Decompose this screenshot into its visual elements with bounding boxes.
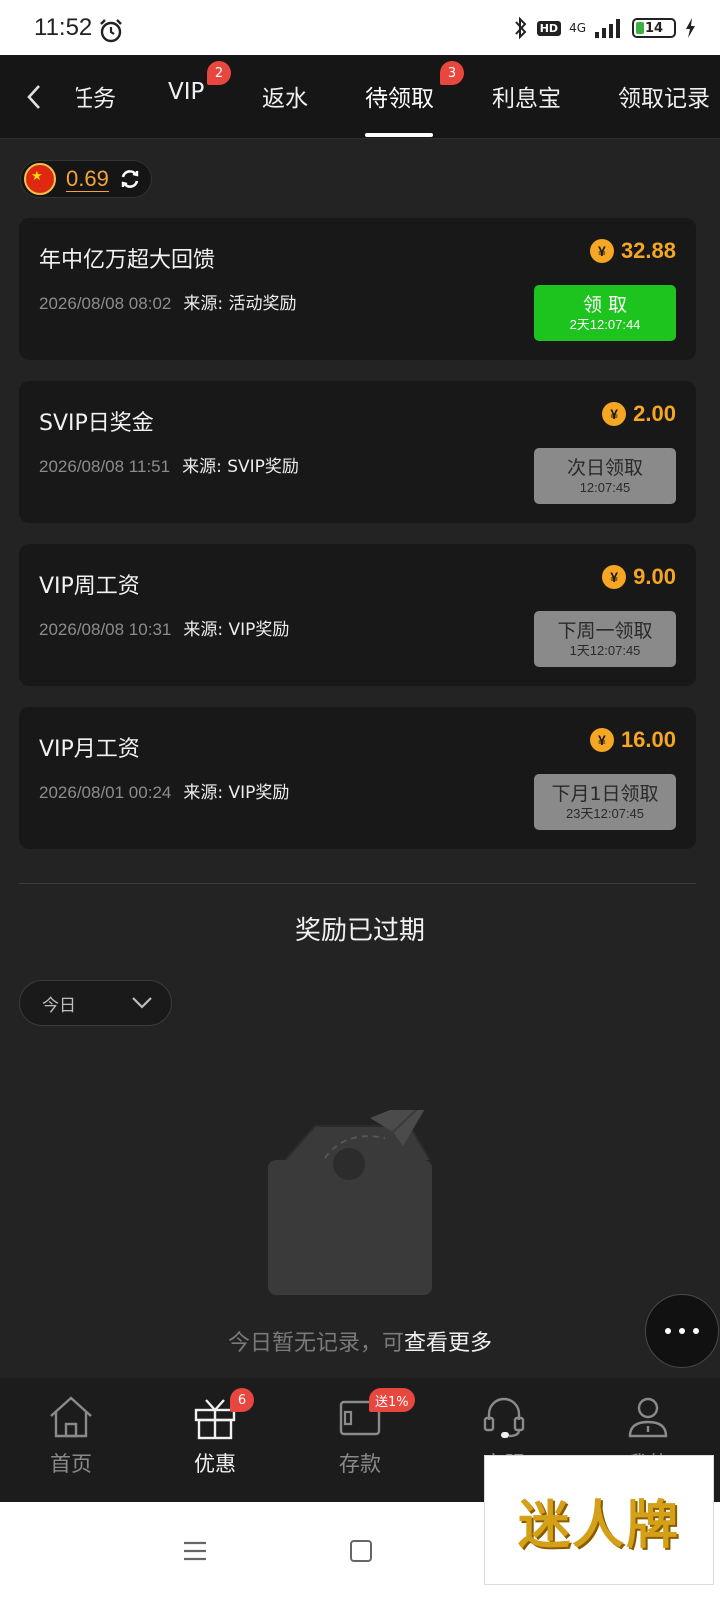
headset-icon bbox=[483, 1397, 525, 1438]
nav-label: 存款 bbox=[339, 1452, 381, 1476]
tab-pending-badge: 3 bbox=[440, 61, 464, 85]
watermark-text: 迷人牌 bbox=[517, 1494, 680, 1556]
more-dot bbox=[665, 1328, 671, 1334]
status-indicators: HD 4G 14 bbox=[513, 14, 696, 42]
alarm-icon bbox=[100, 19, 122, 43]
system-home-icon[interactable] bbox=[350, 1540, 372, 1562]
tab-rebate[interactable]: 返水 bbox=[262, 79, 308, 113]
tab-vip[interactable]: VIP bbox=[168, 79, 204, 105]
reward-amount: ¥ 32.88 bbox=[589, 238, 676, 264]
reward-meta: 2026/08/08 11:51 来源: SVIP奖励 bbox=[39, 452, 299, 477]
tab-claim-history[interactable]: 领取记录 bbox=[618, 79, 710, 113]
claim-button[interactable]: 下月1日领取 23天12:07:45 bbox=[534, 774, 676, 830]
signal-icon bbox=[595, 19, 620, 38]
nav-label: 优惠 bbox=[194, 1452, 236, 1476]
status-bar: 11:52 HD 4G 14 bbox=[0, 0, 720, 55]
date-filter-select[interactable]: 今日 bbox=[19, 980, 172, 1026]
chevron-left-icon bbox=[27, 85, 40, 109]
china-flag-icon: ★ bbox=[24, 163, 56, 195]
nav-item-deposit[interactable]: 存款 送1% bbox=[305, 1386, 415, 1486]
empty-box-icon bbox=[268, 1110, 432, 1295]
reward-meta: 2026/08/01 00:24 来源: VIP奖励 bbox=[39, 778, 289, 803]
nav-item-home[interactable]: 首页 bbox=[16, 1386, 126, 1486]
date-filter-value: 今日 bbox=[42, 995, 76, 1016]
top-tab-bar: 任务 VIP 2 返水 待领取 3 利息宝 领取记录 bbox=[0, 55, 720, 139]
tab-interest[interactable]: 利息宝 bbox=[492, 79, 561, 113]
claim-button[interactable]: 次日领取 12:07:45 bbox=[534, 448, 676, 504]
refresh-icon[interactable] bbox=[119, 168, 141, 190]
charging-icon bbox=[686, 18, 695, 38]
reward-source: 来源: VIP奖励 bbox=[183, 620, 290, 640]
reward-card: VIP月工资 2026/08/01 00:24 来源: VIP奖励 ¥ 16.00… bbox=[19, 707, 696, 849]
reward-card: 年中亿万超大回馈 2026/08/08 08:02 来源: 活动奖励 ¥ 32.8… bbox=[19, 218, 696, 360]
claim-button-timer: 23天12:07:45 bbox=[565, 806, 645, 821]
battery-level: 14 bbox=[644, 20, 664, 36]
reward-date: 2026/08/08 11:51 bbox=[39, 457, 171, 476]
reward-amount-value: 16.00 bbox=[620, 727, 676, 752]
claim-button-label: 下月1日领取 bbox=[551, 783, 659, 805]
balance-pill[interactable]: ★ 0.69 bbox=[20, 160, 152, 198]
reward-date: 2026/08/01 00:24 bbox=[39, 783, 172, 802]
claim-button-label: 领 取 bbox=[582, 294, 628, 316]
claim-button[interactable]: 领 取 2天12:07:44 bbox=[534, 285, 676, 341]
nav-offers-badge: 6 bbox=[230, 1388, 254, 1412]
reward-source: 来源: 活动奖励 bbox=[183, 294, 297, 314]
battery-icon: 14 bbox=[632, 18, 676, 38]
reward-title: VIP月工资 bbox=[39, 737, 140, 762]
claim-button-label: 下周一领取 bbox=[557, 620, 653, 642]
reward-amount: ¥ 9.00 bbox=[602, 564, 676, 590]
watermark-logo: 迷人牌 bbox=[484, 1455, 714, 1585]
nav-deposit-badge: 送1% bbox=[369, 1388, 415, 1412]
claim-button-timer: 2天12:07:44 bbox=[569, 317, 641, 332]
expired-section-title: 奖励已过期 bbox=[294, 916, 425, 946]
hd-badge: HD bbox=[536, 20, 562, 36]
reward-amount-value: 9.00 bbox=[633, 564, 676, 589]
claim-button-timer: 1天12:07:45 bbox=[569, 643, 641, 658]
recent-apps-icon[interactable] bbox=[183, 1540, 207, 1562]
user-icon bbox=[628, 1397, 668, 1438]
more-dot bbox=[679, 1328, 685, 1334]
reward-meta: 2026/08/08 10:31 来源: VIP奖励 bbox=[39, 615, 289, 640]
tab-tasks[interactable]: 任务 bbox=[76, 79, 116, 113]
reward-card: VIP周工资 2026/08/08 10:31 来源: VIP奖励 ¥ 9.00 … bbox=[19, 544, 696, 686]
bluetooth-icon bbox=[514, 16, 527, 40]
reward-title: SVIP日奖金 bbox=[39, 411, 154, 436]
reward-title: VIP周工资 bbox=[39, 574, 140, 599]
active-tab-indicator bbox=[365, 133, 433, 137]
chevron-down-icon bbox=[132, 997, 152, 1009]
more-dot bbox=[693, 1328, 699, 1334]
home-icon bbox=[50, 1396, 92, 1438]
reward-amount-value: 32.88 bbox=[620, 238, 676, 263]
network-label: 4G bbox=[569, 21, 586, 35]
reward-card: SVIP日奖金 2026/08/08 11:51 来源: SVIP奖励 ¥ 2.0… bbox=[19, 381, 696, 523]
reward-title: 年中亿万超大回馈 bbox=[39, 248, 216, 273]
reward-date: 2026/08/08 08:02 bbox=[39, 294, 172, 313]
section-divider bbox=[19, 883, 696, 884]
nav-item-offers[interactable]: 优惠 6 bbox=[160, 1386, 270, 1486]
reward-amount-value: 2.00 bbox=[633, 401, 676, 426]
balance-value: 0.69 bbox=[66, 165, 109, 192]
claim-button[interactable]: 下周一领取 1天12:07:45 bbox=[534, 611, 676, 667]
claim-button-label: 次日领取 bbox=[566, 457, 643, 479]
reward-source: 来源: SVIP奖励 bbox=[182, 457, 299, 477]
empty-state-text: 今日暂无记录，可查看更多 bbox=[0, 1325, 720, 1357]
view-more-link[interactable]: 查看更多 bbox=[404, 1331, 492, 1356]
nav-label: 首页 bbox=[50, 1452, 92, 1476]
more-menu-button[interactable] bbox=[645, 1294, 719, 1368]
reward-amount: ¥ 2.00 bbox=[602, 401, 676, 427]
status-time: 11:52 bbox=[34, 14, 93, 41]
reward-source: 来源: VIP奖励 bbox=[183, 783, 290, 803]
back-button[interactable] bbox=[14, 77, 54, 117]
claim-button-timer: 12:07:45 bbox=[579, 480, 631, 495]
reward-meta: 2026/08/08 08:02 来源: 活动奖励 bbox=[39, 289, 297, 314]
reward-date: 2026/08/08 10:31 bbox=[39, 620, 172, 639]
coin-icon: ¥ bbox=[589, 239, 614, 263]
tab-pending[interactable]: 待领取 bbox=[365, 79, 434, 113]
empty-state-message: 今日暂无记录，可 bbox=[227, 1331, 404, 1356]
reward-amount: ¥ 16.00 bbox=[589, 727, 676, 753]
coin-icon: ¥ bbox=[602, 565, 627, 589]
coin-icon: ¥ bbox=[602, 402, 627, 426]
coin-icon: ¥ bbox=[589, 728, 614, 752]
tab-vip-badge: 2 bbox=[207, 61, 231, 85]
